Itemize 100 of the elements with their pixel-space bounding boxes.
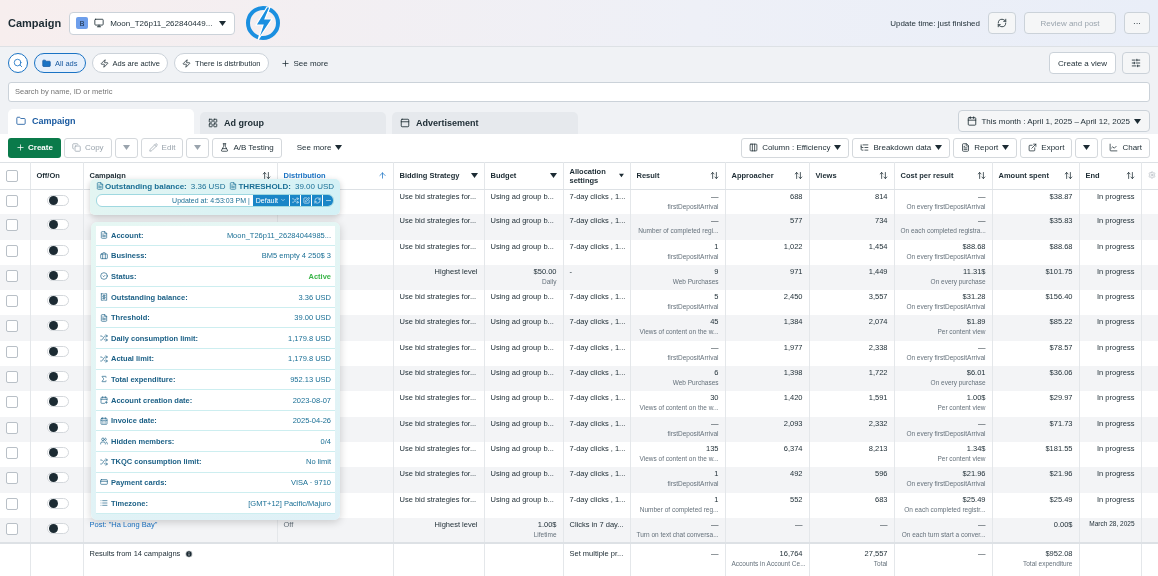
minimize-button[interactable] [322,194,333,206]
sort-icon [793,171,803,180]
row-checkbox[interactable] [6,219,18,232]
breakdown-button[interactable]: Breakdown data [852,137,951,158]
shuffle-icon [100,457,108,466]
caret-icon [618,173,624,178]
pencil-icon [148,143,158,152]
tab[interactable]: Ad group [200,111,386,134]
list-tree-icon [860,143,870,152]
sort-icon [1063,171,1073,180]
check-circle-icon [100,272,108,281]
refresh-icon [313,196,321,204]
row-checkbox[interactable] [6,472,18,485]
list-icon [100,499,108,507]
caret-icon [194,145,202,150]
receipt-icon [100,293,108,302]
sort-icon [709,171,719,180]
sort-icon [1125,171,1135,180]
filter-settings-button[interactable] [1122,52,1150,74]
search-icon [13,58,23,68]
toggle-switch[interactable] [46,219,69,231]
people-icon [100,437,108,446]
search-button[interactable] [8,53,28,73]
toggle-switch[interactable] [46,320,69,332]
grid-icon [208,117,218,128]
report-button[interactable]: Report [953,137,1018,158]
toggle-switch[interactable] [46,421,69,433]
edit-icon [302,196,310,204]
plus-icon [16,143,25,152]
calendar-icon [100,416,108,425]
caret-icon [834,145,842,150]
toggle-switch[interactable] [46,522,69,534]
sliders-icon [1131,58,1141,68]
info-icon [185,549,194,558]
plus-icon [280,58,290,68]
toggle-switch[interactable] [46,497,69,509]
lightning-icon [182,58,192,68]
row-checkbox[interactable] [6,295,18,308]
caret-icon [219,20,227,26]
row-checkbox[interactable] [6,371,18,384]
toggle-switch[interactable] [46,244,69,256]
folder-icon [16,116,26,126]
date-range-button[interactable]: This month : April 1, 2025 – April 12, 2025 [958,110,1150,132]
tab[interactable]: Advertisement [392,111,578,134]
line-chart-icon [1109,143,1119,152]
shuffle-button[interactable] [289,194,300,206]
see-more-button[interactable]: See more [290,142,349,153]
see-more-button[interactable]: See more [274,57,335,69]
credit-card-icon [100,478,108,487]
tab[interactable]: Campaign [8,108,194,134]
row-checkbox[interactable] [6,320,18,333]
toggle-switch[interactable] [46,345,69,357]
row-checkbox[interactable] [6,446,18,459]
chevron-down-icon [280,197,286,203]
more-button[interactable]: ··· [1124,12,1150,34]
row-checkbox[interactable] [6,194,18,207]
document-icon [100,231,108,240]
row-checkbox[interactable] [6,244,18,257]
caret-icon [935,145,943,150]
caret-icon [335,145,343,150]
update-time: Update time: just finished [890,18,980,28]
toggle-switch[interactable] [46,194,69,206]
toggle-switch[interactable] [46,371,69,383]
caret-icon [549,173,557,178]
column-button[interactable]: Column : Efficiency [741,137,850,158]
external-link-icon [1028,143,1038,152]
create-button[interactable]: Create [8,137,61,158]
row-checkbox[interactable] [6,421,18,434]
export-button[interactable]: Export [1020,137,1073,158]
dropdown-button[interactable] [1075,137,1099,158]
row-checkbox[interactable] [6,345,18,358]
briefcase-icon [100,251,108,260]
row-checkbox[interactable] [6,269,18,282]
toggle-switch[interactable] [46,446,69,458]
caret-icon [1134,118,1141,124]
sigma-icon [100,375,108,384]
caret-icon [470,173,478,178]
ab-testing-button[interactable]: A/B Testing [212,137,282,158]
toggle-switch[interactable] [46,396,69,408]
flask-icon [220,143,230,152]
balance-value: 3.36 USD [190,181,226,191]
copy-icon [71,143,81,152]
refresh-button[interactable] [988,12,1016,34]
folder-icon [42,58,51,68]
chart-button[interactable]: Chart [1101,137,1150,158]
toggle-switch[interactable] [46,295,69,307]
page-title: Campaign [8,17,62,29]
select-all-checkbox[interactable] [6,170,18,182]
row-checkbox[interactable] [6,522,18,535]
edit-button[interactable] [300,194,311,206]
toggle-switch[interactable] [46,269,69,281]
create-view-button[interactable]: Create a view [1049,52,1116,74]
sort-ascending-icon [377,171,387,180]
toggle-switch[interactable] [46,472,69,484]
sort-icon [261,171,271,180]
row-checkbox[interactable] [6,497,18,510]
document-icon [96,182,104,190]
row-checkbox[interactable] [6,396,18,409]
window-icon [400,117,410,128]
balance-value: 39.00 USD [294,181,335,191]
